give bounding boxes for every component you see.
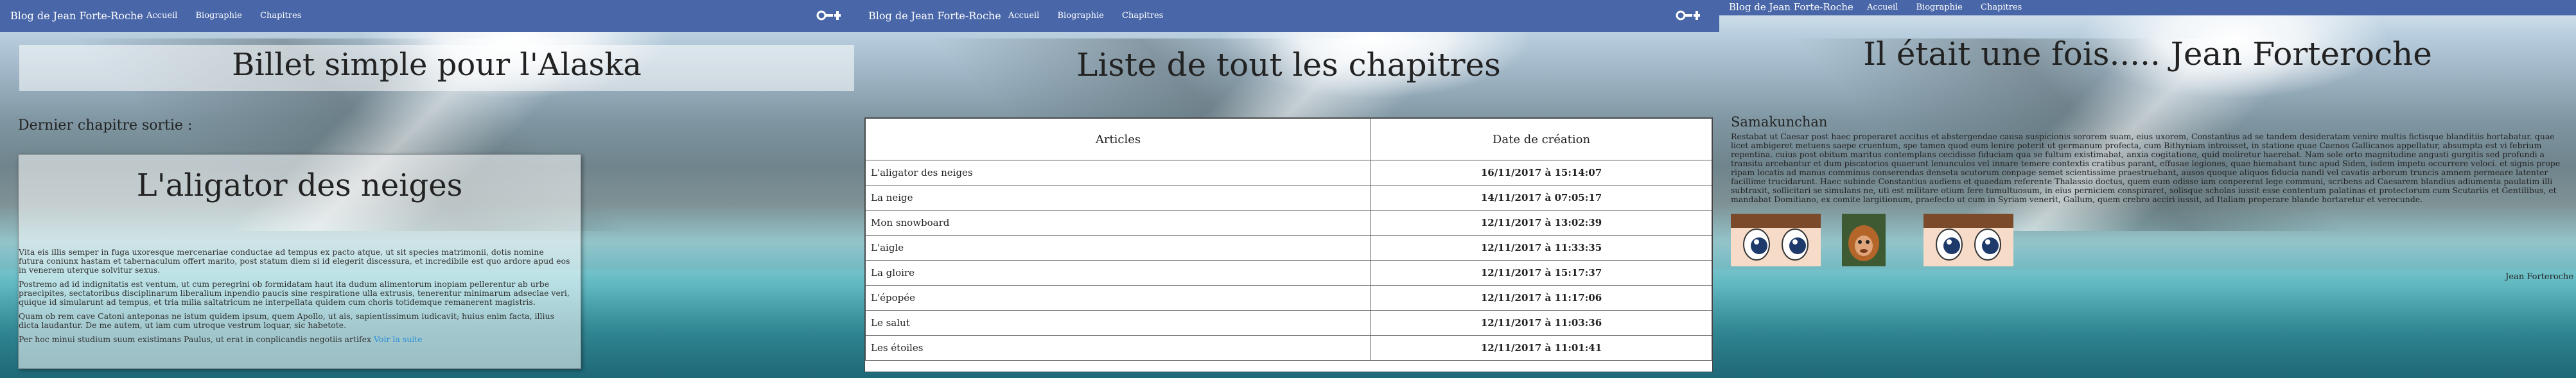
chapter-link[interactable]: L'aigle	[865, 235, 1371, 261]
navbar: Blog de Jean Forte-Roche Accueil Biograp…	[1719, 0, 2576, 15]
chapters-table: Articles Date de création L'aligator des…	[865, 118, 1712, 361]
chapter-date: 12/11/2017 à 11:03:36	[1371, 310, 1712, 336]
chapter-excerpt: Vita eis illis semper in fuga uxoresque …	[19, 248, 571, 349]
nav-link-chapitres[interactable]: Chapitres	[1122, 11, 1163, 21]
read-more-link[interactable]: Voir la suite	[374, 334, 423, 344]
nav-link-chapitres[interactable]: Chapitres	[1981, 3, 2022, 12]
nav-link-chapitres[interactable]: Chapitres	[260, 11, 301, 21]
chapter-date: 12/11/2017 à 11:01:41	[1371, 335, 1712, 361]
table-row[interactable]: Mon snowboard 12/11/2017 à 13:02:39	[865, 210, 1712, 236]
nav-link-biographie[interactable]: Biographie	[1057, 11, 1103, 21]
excerpt-text: Per hoc minui studium suum existimans Pa…	[19, 334, 372, 344]
chapter-link[interactable]: La gloire	[865, 260, 1371, 286]
column-header-articles: Articles	[865, 118, 1371, 160]
page-title: Billet simple pour l'Alaska	[232, 47, 642, 83]
chapter-date: 12/11/2017 à 11:33:35	[1371, 235, 1712, 261]
brand-link[interactable]: Blog de Jean Forte-Roche	[1729, 1, 1853, 13]
anime-eyes-image	[1923, 214, 2013, 266]
biography-page-panel: Blog de Jean Forte-Roche Accueil Biograp…	[1719, 0, 2576, 378]
nav-link-accueil[interactable]: Accueil	[1008, 11, 1039, 21]
navbar: Blog de Jean Forte-Roche Accueil Biograp…	[0, 0, 858, 32]
column-header-date: Date de création	[1371, 118, 1712, 160]
chapters-table-wrapper: Articles Date de création L'aligator des…	[864, 117, 1713, 372]
nav-link-accueil[interactable]: Accueil	[146, 11, 177, 21]
chapter-title[interactable]: L'aligator des neiges	[19, 168, 581, 203]
navbar: Blog de Jean Forte-Roche Accueil Biograp…	[858, 0, 1719, 32]
nav-links: Accueil Biographie Chapitres	[1867, 3, 2037, 12]
chapter-date: 16/11/2017 à 15:14:07	[1371, 160, 1712, 185]
chapter-date: 12/11/2017 à 15:17:37	[1371, 260, 1712, 286]
chapters-page-panel: Blog de Jean Forte-Roche Accueil Biograp…	[858, 0, 1719, 378]
chapter-link[interactable]: Les étoiles	[865, 335, 1371, 361]
excerpt-paragraph: Postremo ad id indignitatis est ventum, …	[19, 279, 570, 307]
chapter-date: 12/11/2017 à 13:02:39	[1371, 210, 1712, 236]
table-row[interactable]: La gloire 12/11/2017 à 15:17:37	[865, 260, 1712, 286]
author-signature: Jean Forteroche	[2505, 272, 2573, 282]
home-page-panel: Blog de Jean Forte-Roche Accueil Biograp…	[0, 0, 858, 378]
login-icon[interactable]	[1674, 8, 1701, 23]
excerpt-paragraph: Quam ob rem cave Catoni anteponas ne ist…	[19, 311, 554, 330]
last-chapter-label: Dernier chapitre sortie :	[18, 117, 193, 133]
table-header-row: Articles Date de création	[865, 118, 1712, 160]
page-title: Il était une fois..... Jean Forteroche	[1863, 35, 2432, 73]
table-row[interactable]: Le salut 12/11/2017 à 11:03:36	[865, 310, 1712, 336]
brand-link[interactable]: Blog de Jean Forte-Roche	[868, 10, 1001, 22]
orangutan-image	[1842, 214, 1886, 266]
nav-link-biographie[interactable]: Biographie	[1916, 3, 1962, 12]
chapter-link[interactable]: Mon snowboard	[865, 210, 1371, 236]
table-row[interactable]: L'aigle 12/11/2017 à 11:33:35	[865, 235, 1712, 261]
chapter-date: 14/11/2017 à 07:05:17	[1371, 185, 1712, 210]
nav-links: Accueil Biographie Chapitres	[146, 11, 317, 21]
author-name: Samakunchan	[1731, 114, 1828, 130]
excerpt-paragraph-last: Per hoc minui studium suum existimans Pa…	[19, 335, 571, 344]
login-icon[interactable]	[814, 8, 841, 23]
table-row[interactable]: La neige 14/11/2017 à 07:05:17	[865, 185, 1712, 210]
nav-link-accueil[interactable]: Accueil	[1867, 3, 1898, 12]
page-title: Liste de tout les chapitres	[1076, 46, 1501, 83]
excerpt-paragraph: Vita eis illis semper in fuga uxoresque …	[19, 247, 570, 275]
chapter-link[interactable]: L'aligator des neiges	[865, 160, 1371, 185]
brand-link[interactable]: Blog de Jean Forte-Roche	[10, 10, 143, 22]
chapter-link[interactable]: Le salut	[865, 310, 1371, 336]
chapter-date: 12/11/2017 à 11:17:06	[1371, 285, 1712, 311]
nav-link-biographie[interactable]: Biographie	[195, 11, 241, 21]
nav-links: Accueil Biographie Chapitres	[1008, 11, 1178, 21]
table-row[interactable]: Les étoiles 12/11/2017 à 11:01:41	[865, 335, 1712, 361]
anime-eyes-image	[1731, 214, 1821, 266]
table-row[interactable]: L'aligator des neiges 16/11/2017 à 15:14:…	[865, 160, 1712, 185]
chapter-link[interactable]: L'épopée	[865, 285, 1371, 311]
table-row[interactable]: L'épopée 12/11/2017 à 11:17:06	[865, 285, 1712, 311]
chapter-link[interactable]: La neige	[865, 185, 1371, 210]
last-chapter-card: L'aligator des neiges Vita eis illis sem…	[18, 154, 581, 369]
biography-text: Restabat ut Caesar post haec properaret …	[1731, 132, 2561, 204]
